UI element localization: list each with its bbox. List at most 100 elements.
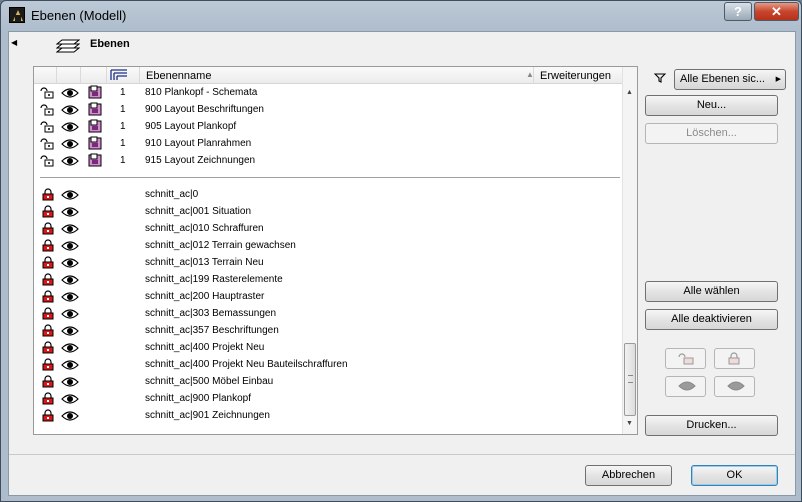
layer-row[interactable]: schnitt_ac|400 Projekt Neu Bauteilschraf… [34, 356, 622, 373]
layer-row[interactable]: schnitt_ac|199 Rasterelemente [34, 271, 622, 288]
scroll-thumb[interactable] [624, 343, 636, 416]
locked-icon[interactable] [42, 409, 54, 422]
unlocked-icon[interactable] [40, 103, 54, 116]
layer-row[interactable]: schnitt_ac|357 Beschriftungen [34, 322, 622, 339]
layer-row[interactable]: schnitt_ac|901 Zeichnungen [34, 407, 622, 424]
locked-icon[interactable] [42, 358, 54, 371]
print-button[interactable]: Drucken... [645, 415, 778, 436]
eye-visible-icon[interactable] [61, 240, 79, 252]
layer-row[interactable]: schnitt_ac|010 Schraffuren [34, 220, 622, 237]
layer-row[interactable]: 1 905 Layout Plankopf [34, 118, 622, 135]
eye-visible-icon[interactable] [61, 325, 79, 337]
col-visibility[interactable] [57, 67, 81, 84]
col-type[interactable] [81, 67, 107, 84]
locked-icon[interactable] [42, 341, 54, 354]
eye-visible-icon[interactable] [61, 223, 79, 235]
deactivate-all-button[interactable]: Alle deaktivieren [645, 309, 778, 330]
locked-icon[interactable] [42, 273, 54, 286]
layer-row[interactable]: schnitt_ac|900 Plankopf [34, 390, 622, 407]
dialog-client: ◀ Ebenen Ebenenname ▲ Erweiterungen 1 81… [8, 31, 796, 496]
title-bar: Ebenen (Modell) ? ✕ [1, 1, 801, 31]
locked-icon[interactable] [42, 290, 54, 303]
layer-row[interactable]: schnitt_ac|013 Terrain Neu [34, 254, 622, 271]
layer-name: 905 Layout Plankopf [145, 121, 237, 132]
layer-row[interactable]: 1 915 Layout Zeichnungen [34, 152, 622, 169]
layer-row[interactable]: schnitt_ac|500 Möbel Einbau [34, 373, 622, 390]
locked-icon[interactable] [42, 188, 54, 201]
delete-layer-button[interactable]: Löschen... [645, 123, 778, 144]
eye-visible-icon[interactable] [61, 291, 79, 303]
locked-icon[interactable] [42, 307, 54, 320]
close-button[interactable]: ✕ [754, 2, 799, 21]
group-separator [40, 177, 620, 178]
eye-visible-icon[interactable] [61, 138, 79, 150]
unlocked-icon[interactable] [40, 137, 54, 150]
new-layer-button[interactable]: Neu... [645, 95, 778, 116]
select-all-button[interactable]: Alle wählen [645, 281, 778, 302]
unlocked-icon[interactable] [40, 154, 54, 167]
eye-visible-icon[interactable] [61, 376, 79, 388]
layer-row[interactable]: 1 910 Layout Planrahmen [34, 135, 622, 152]
eye-visible-icon[interactable] [61, 359, 79, 371]
eye-visible-icon[interactable] [61, 393, 79, 405]
locked-icon[interactable] [42, 392, 54, 405]
list-header: Ebenenname ▲ Erweiterungen [34, 67, 622, 84]
cancel-button[interactable]: Abbrechen [585, 465, 672, 486]
layer-list[interactable]: Ebenenname ▲ Erweiterungen 1 810 Plankop… [33, 66, 638, 435]
eye-visible-icon[interactable] [61, 308, 79, 320]
layer-row[interactable]: schnitt_ac|303 Bemassungen [34, 305, 622, 322]
locked-icon[interactable] [42, 205, 54, 218]
layer-row[interactable]: 1 900 Layout Beschriftungen [34, 101, 622, 118]
ok-button[interactable]: OK [691, 465, 778, 486]
eye-visible-icon[interactable] [61, 87, 79, 99]
locked-icon[interactable] [42, 222, 54, 235]
unlocked-icon[interactable] [40, 120, 54, 133]
layer-name: 915 Layout Zeichnungen [145, 155, 256, 166]
scroll-up-icon[interactable]: ▲ [626, 89, 633, 96]
col-number[interactable] [107, 67, 140, 84]
locked-icon[interactable] [42, 324, 54, 337]
layer-row[interactable]: schnitt_ac|400 Projekt Neu [34, 339, 622, 356]
unlock-selected-button[interactable] [665, 348, 706, 369]
col-extensions[interactable]: Erweiterungen [540, 70, 611, 82]
layer-row[interactable]: schnitt_ac|012 Terrain gewachsen [34, 237, 622, 254]
layout-sheet-icon [88, 153, 102, 167]
eye-visible-icon[interactable] [61, 121, 79, 133]
locked-icon[interactable] [42, 239, 54, 252]
layer-name: schnitt_ac|010 Schraffuren [145, 223, 264, 234]
eye-visible-icon[interactable] [61, 206, 79, 218]
layout-sheet-icon [88, 136, 102, 150]
layer-name: schnitt_ac|900 Plankopf [145, 393, 252, 404]
panel-title: Ebenen [90, 38, 130, 50]
locked-icon[interactable] [42, 375, 54, 388]
layer-row[interactable]: 1 810 Plankopf - Schemata [34, 84, 622, 101]
eye-visible-icon[interactable] [61, 274, 79, 286]
dropdown-arrow-icon: ▶ [775, 76, 781, 83]
eye-visible-icon[interactable] [61, 342, 79, 354]
scroll-down-icon[interactable]: ▼ [626, 420, 633, 427]
unlocked-icon[interactable] [40, 86, 54, 99]
hide-selected-button[interactable] [714, 376, 755, 397]
show-selected-button[interactable] [665, 376, 706, 397]
collapse-arrow-icon[interactable]: ◀ [11, 38, 17, 47]
eye-visible-icon[interactable] [61, 257, 79, 269]
layout-sheet-icon [88, 119, 102, 133]
layer-name: schnitt_ac|200 Hauptraster [145, 291, 265, 302]
layer-row[interactable]: schnitt_ac|001 Situation [34, 203, 622, 220]
lock-selected-button[interactable] [714, 348, 755, 369]
col-lock[interactable] [34, 67, 57, 84]
eye-visible-icon[interactable] [61, 155, 79, 167]
unlock-icon [678, 353, 694, 365]
layer-number: 1 [120, 87, 126, 98]
help-button[interactable]: ? [724, 2, 752, 21]
locked-icon[interactable] [42, 256, 54, 269]
eye-show-icon [678, 381, 696, 391]
layer-row[interactable]: schnitt_ac|0 [34, 186, 622, 203]
eye-visible-icon[interactable] [61, 104, 79, 116]
layout-sheet-icon [88, 85, 102, 99]
layer-filter-dropdown[interactable]: Alle Ebenen sic... ▶ [674, 69, 786, 90]
eye-visible-icon[interactable] [61, 189, 79, 201]
vertical-scrollbar[interactable]: ▲ ▼ [622, 67, 637, 434]
layer-row[interactable]: schnitt_ac|200 Hauptraster [34, 288, 622, 305]
eye-visible-icon[interactable] [61, 410, 79, 422]
